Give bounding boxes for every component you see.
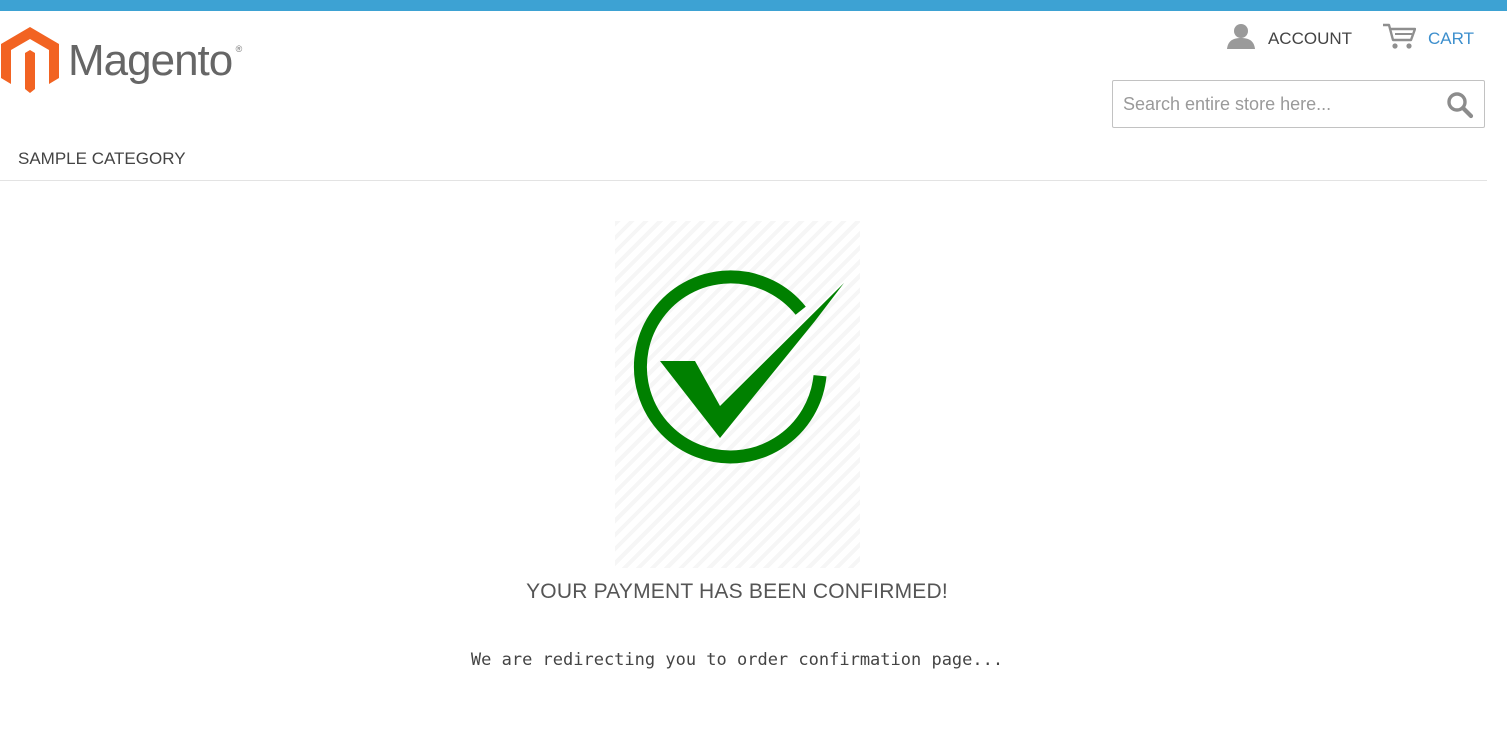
header-links: ACCOUNT CART <box>1226 22 1474 55</box>
search-input[interactable] <box>1113 81 1443 127</box>
confirmation-title: YOUR PAYMENT HAS BEEN CONFIRMED! <box>526 580 948 603</box>
search-icon[interactable] <box>1446 91 1474 119</box>
nav-item-sample-category[interactable]: SAMPLE CATEGORY <box>18 149 186 169</box>
account-link[interactable]: ACCOUNT <box>1226 23 1352 54</box>
logo-registered-mark: ® <box>235 44 243 54</box>
user-icon <box>1226 23 1256 54</box>
redirect-message: We are redirecting you to order confirma… <box>470 650 1004 670</box>
magento-logo-icon <box>1 27 59 93</box>
search-box <box>1112 80 1485 128</box>
account-label: ACCOUNT <box>1267 28 1353 48</box>
top-accent-bar <box>0 0 1507 11</box>
cart-label: CART <box>1428 28 1474 48</box>
category-nav: SAMPLE CATEGORY <box>0 140 1487 181</box>
logo-text: Magento <box>68 36 233 85</box>
check-circle-icon <box>633 270 844 464</box>
confirmation-image <box>615 221 860 568</box>
store-logo-link[interactable]: Magento ® <box>0 25 250 97</box>
cart-icon <box>1382 22 1417 55</box>
logo-wordmark: Magento ® <box>68 36 242 85</box>
cart-link[interactable]: CART <box>1382 22 1474 55</box>
